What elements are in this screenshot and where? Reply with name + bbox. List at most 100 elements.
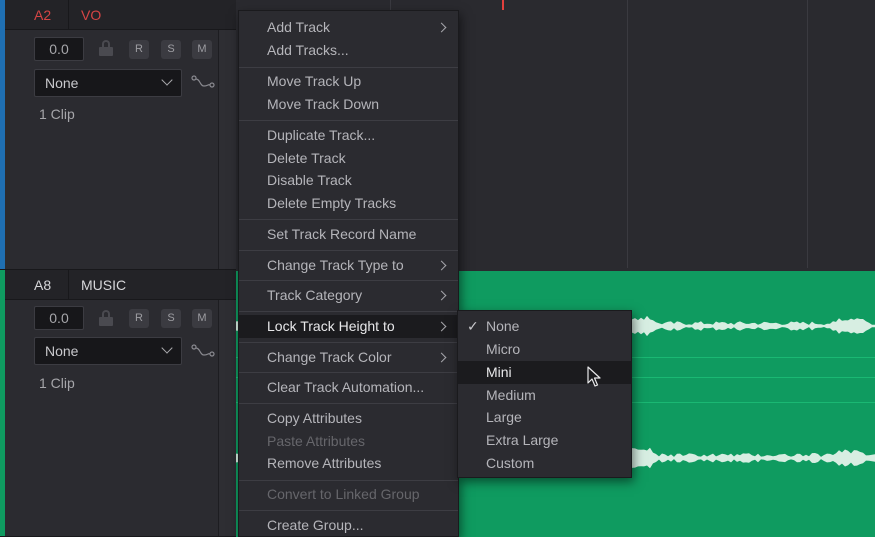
mouse-pointer-icon [587, 366, 601, 387]
menu-item-label: Change Track Type to [267, 257, 404, 273]
menu-separator [239, 120, 458, 121]
menu-item-change-track-color[interactable]: Change Track Color [239, 346, 458, 369]
menu-item-label: Change Track Color [267, 349, 392, 365]
submenu-item-label: Micro [486, 341, 521, 357]
automation-curve-icon[interactable] [191, 75, 215, 89]
submenu-item-large[interactable]: Large [458, 406, 631, 429]
menu-separator [239, 219, 458, 220]
submenu-item-label: Custom [486, 455, 535, 471]
chevron-right-icon [436, 352, 447, 363]
submenu-item-custom[interactable]: Custom [458, 452, 631, 475]
track-color-strip [0, 270, 5, 536]
menu-item-copy-attributes[interactable]: Copy Attributes [239, 407, 458, 430]
menu-item-clear-track-automation[interactable]: Clear Track Automation... [239, 376, 458, 399]
submenu-item-extra-large[interactable]: Extra Large [458, 429, 631, 452]
menu-item-label: Convert to Linked Group [267, 486, 420, 502]
lock-icon[interactable] [99, 310, 113, 326]
menu-separator [239, 280, 458, 281]
menu-item-add-tracks[interactable]: Add Tracks... [239, 39, 458, 62]
menu-separator [239, 311, 458, 312]
menu-item-move-track-down[interactable]: Move Track Down [239, 93, 458, 116]
menu-item-lock-track-height[interactable]: Lock Track Height to [239, 315, 458, 338]
track-context-menu: Add Track Add Tracks... Move Track Up Mo… [238, 10, 459, 537]
track-header-a2[interactable]: A2 VO 0.0 R S M None 1 Clip [0, 0, 236, 270]
menu-item-label: Delete Track [267, 150, 346, 166]
track-name-row: A8 MUSIC [5, 270, 236, 300]
track-name[interactable]: MUSIC [81, 270, 126, 300]
menu-item-label: Delete Empty Tracks [267, 195, 397, 211]
menu-item-delete-empty-tracks[interactable]: Delete Empty Tracks [239, 192, 458, 215]
menu-item-paste-attributes[interactable]: Paste Attributes [239, 430, 458, 453]
submenu-item-micro[interactable]: Micro [458, 338, 631, 361]
menu-separator [239, 67, 458, 68]
automation-curve-icon[interactable] [191, 344, 215, 358]
menu-item-label: Track Category [267, 287, 363, 303]
submenu-item-none[interactable]: ✓ None [458, 315, 631, 338]
track-input-select[interactable]: None [34, 69, 182, 97]
grid-line [807, 0, 808, 268]
record-arm-button[interactable]: R [129, 309, 149, 328]
menu-item-set-track-record-name[interactable]: Set Track Record Name [239, 223, 458, 246]
menu-separator [239, 250, 458, 251]
submenu-item-label: Extra Large [486, 432, 559, 448]
track-clip-count: 1 Clip [39, 375, 75, 391]
menu-item-label: Move Track Up [267, 73, 362, 89]
track-volume-field[interactable]: 0.0 [34, 37, 84, 61]
track-color-strip [0, 0, 5, 269]
menu-item-label: Clear Track Automation... [267, 379, 425, 395]
menu-item-disable-track[interactable]: Disable Track [239, 169, 458, 192]
lock-track-height-submenu: ✓ None Micro Mini Medium Large Extra Lar… [457, 310, 632, 478]
track-input-select[interactable]: None [34, 337, 182, 365]
menu-item-create-group[interactable]: Create Group... [239, 514, 458, 537]
submenu-item-label: Medium [486, 387, 536, 403]
track-header-a8[interactable]: A8 MUSIC 0.0 R S M None 1 Clip [0, 270, 236, 537]
mute-button[interactable]: M [192, 40, 212, 59]
menu-item-label: Create Group... [267, 517, 364, 533]
menu-item-delete-track[interactable]: Delete Track [239, 147, 458, 170]
record-arm-button[interactable]: R [129, 40, 149, 59]
menu-item-label: Set Track Record Name [267, 226, 417, 242]
lock-icon[interactable] [99, 40, 113, 56]
playhead[interactable] [502, 0, 504, 10]
menu-item-label: Copy Attributes [267, 410, 362, 426]
track-id: A2 [5, 0, 69, 30]
submenu-item-mini[interactable]: Mini [458, 361, 631, 384]
track-header-edge [218, 30, 236, 269]
menu-item-label: Add Tracks... [267, 42, 349, 58]
menu-item-add-track[interactable]: Add Track [239, 16, 458, 39]
submenu-item-label: None [486, 318, 520, 334]
menu-item-duplicate-track[interactable]: Duplicate Track... [239, 124, 458, 147]
menu-item-move-track-up[interactable]: Move Track Up [239, 70, 458, 93]
solo-button[interactable]: S [161, 309, 181, 328]
menu-item-track-category[interactable]: Track Category [239, 284, 458, 307]
chevron-down-icon [161, 342, 173, 354]
menu-item-convert-to-linked-group[interactable]: Convert to Linked Group [239, 483, 458, 506]
submenu-item-medium[interactable]: Medium [458, 384, 631, 407]
menu-item-change-track-type[interactable]: Change Track Type to [239, 254, 458, 277]
track-input-value: None [45, 343, 79, 359]
menu-item-label: Remove Attributes [267, 455, 382, 471]
checkmark-icon: ✓ [467, 318, 479, 334]
menu-separator [239, 510, 458, 511]
chevron-right-icon [436, 260, 447, 271]
menu-item-label: Disable Track [267, 172, 352, 188]
chevron-down-icon [161, 74, 173, 86]
menu-item-remove-attributes[interactable]: Remove Attributes [239, 452, 458, 475]
solo-button[interactable]: S [161, 40, 181, 59]
mute-button[interactable]: M [192, 309, 212, 328]
menu-separator [239, 480, 458, 481]
grid-line [627, 0, 628, 268]
track-header-edge [218, 300, 236, 536]
menu-separator [239, 342, 458, 343]
chevron-right-icon [436, 22, 447, 33]
chevron-right-icon [436, 290, 447, 301]
submenu-item-label: Large [486, 409, 522, 425]
submenu-item-label: Mini [486, 364, 512, 380]
menu-item-label: Lock Track Height to [267, 318, 395, 334]
track-name[interactable]: VO [81, 0, 101, 30]
track-volume-field[interactable]: 0.0 [34, 306, 84, 330]
track-input-value: None [45, 75, 79, 91]
menu-item-label: Move Track Down [267, 96, 380, 112]
menu-separator [239, 372, 458, 373]
menu-separator [239, 403, 458, 404]
